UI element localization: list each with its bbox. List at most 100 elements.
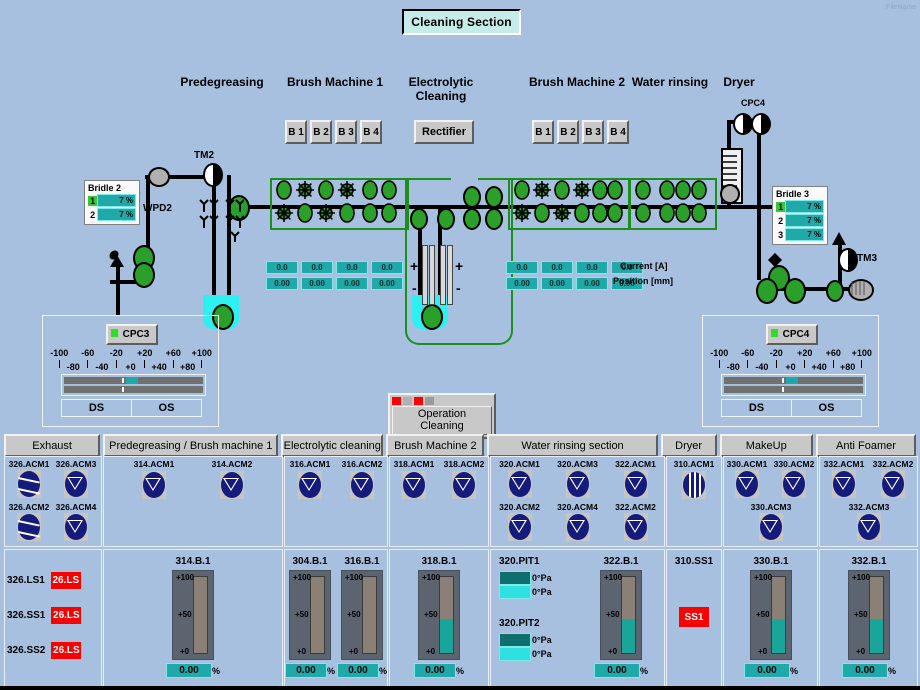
motor-332-acm3-icon[interactable] (857, 513, 881, 541)
motor-316-acm1-icon[interactable] (298, 471, 322, 499)
motor-320-acm4[interactable]: 320.ACM4 (549, 502, 606, 541)
motor-332-acm1[interactable]: 332.ACM1 (820, 459, 868, 498)
brush2-button-b1[interactable]: B 1 (532, 120, 554, 144)
bridle-2-panel[interactable]: Bridle 2 1 7 % 2 7 % (84, 180, 140, 225)
gauge-322-b1[interactable]: 322.B.1 +100 +50 +0 0.00 % (586, 556, 656, 678)
bridle-2-index-2[interactable]: 2 (88, 210, 97, 220)
motor-318-acm2[interactable]: 318.ACM2 (440, 459, 488, 499)
motor-330-acm3[interactable]: 330.ACM3 (748, 502, 794, 541)
gauge-330-b1-body[interactable]: +100 +50 +0 (750, 570, 792, 660)
motor-326-acm4[interactable]: 326.ACM4 (53, 502, 99, 541)
header-water-rinsing-section[interactable]: Water rinsing section (487, 434, 657, 457)
motor-316-acm2-icon[interactable] (350, 471, 374, 499)
bridle-3-row-3[interactable]: 3 7 % (776, 228, 824, 241)
motor-320-acm1[interactable]: 320.ACM1 (491, 459, 548, 498)
gauge-304-b1[interactable]: 304.B.1 +100 +50 +0 0.00 % (285, 556, 335, 678)
header-exhaust[interactable]: Exhaust (4, 434, 100, 457)
gauge-318-b1[interactable]: 318.B.1 +100 +50 +0 0.00 % (404, 556, 474, 678)
motor-320-acm2[interactable]: 320.ACM2 (491, 502, 548, 541)
gauge-304-b1-body[interactable]: +100 +50 +0 (289, 570, 331, 660)
bridle-2-row-2[interactable]: 2 7 % (88, 208, 136, 221)
motor-330-acm2[interactable]: 330.ACM2 (771, 459, 817, 498)
motor-332-acm2[interactable]: 332.ACM2 (869, 459, 917, 498)
cpc4-bar-top[interactable] (724, 377, 863, 384)
motor-318-acm2-icon[interactable] (452, 471, 476, 499)
motor-326-acm2[interactable]: 326.ACM2 (6, 502, 52, 541)
bridle-3-index-3[interactable]: 3 (776, 230, 785, 240)
brush2-button-b3[interactable]: B 3 (582, 120, 604, 144)
gauge-332-b1-body[interactable]: +100 +50 +0 (848, 570, 890, 660)
bridle-3-row-2[interactable]: 2 7 % (776, 214, 824, 227)
gauge-322-b1-body[interactable]: +100 +50 +0 (600, 570, 642, 660)
motor-330-acm1[interactable]: 330.ACM1 (724, 459, 770, 498)
motor-310-acm1-icon[interactable] (682, 471, 706, 499)
motor-322-acm2[interactable]: 322.ACM2 (607, 502, 664, 541)
header-dryer[interactable]: Dryer (661, 434, 717, 457)
cpc3-bar-bottom[interactable] (64, 386, 203, 393)
bridle-3-panel[interactable]: Bridle 3 1 7 % 2 7 % 3 7 % (772, 186, 828, 245)
motor-318-acm1-icon[interactable] (402, 471, 426, 499)
motor-332-acm1-icon[interactable] (832, 470, 856, 498)
gauge-316-b1-body[interactable]: +100 +50 +0 (341, 570, 383, 660)
header-electrolytic-cleaning[interactable]: Electrolytic cleaning (281, 434, 383, 457)
motor-330-acm1-icon[interactable] (735, 470, 759, 498)
brush2-button-b2[interactable]: B 2 (557, 120, 579, 144)
motor-320-acm4-icon[interactable] (566, 513, 590, 541)
alarm-326-ss2[interactable]: 326.SS2 26.LS (7, 642, 81, 659)
header-brush-machine-2[interactable]: Brush Machine 2 (386, 434, 484, 457)
cpc3-button[interactable]: CPC3 (106, 324, 158, 345)
header-makeup[interactable]: MakeUp (720, 434, 813, 457)
pressure-320-pit1[interactable]: 320.PIT1 0°Pa 0°Pa (499, 556, 552, 599)
motor-322-acm1[interactable]: 322.ACM1 (607, 459, 664, 498)
cpc4-bar-bottom[interactable] (724, 386, 863, 393)
alarm-326-ss1[interactable]: 326.SS1 26.LS (7, 607, 81, 624)
motor-326-acm3-icon[interactable] (64, 470, 88, 498)
motor-332-acm3[interactable]: 332.ACM3 (845, 502, 893, 541)
gauge-330-b1[interactable]: 330.B.1 +100 +50 +0 0.00 % (736, 556, 806, 678)
motor-318-acm1[interactable]: 318.ACM1 (390, 459, 438, 499)
motor-326-acm2-icon[interactable] (17, 513, 41, 541)
bridle-3-index-1[interactable]: 1 (776, 202, 785, 212)
motor-314-acm2-icon[interactable] (220, 471, 244, 499)
brush2-button-b4[interactable]: B 4 (607, 120, 629, 144)
motor-320-acm2-icon[interactable] (508, 513, 532, 541)
header-anti-foamer[interactable]: Anti Foamer (816, 434, 916, 457)
bridle-2-row-1[interactable]: 1 7 % (88, 194, 136, 207)
motor-330-acm3-icon[interactable] (759, 513, 783, 541)
motor-320-acm3-icon[interactable] (566, 470, 590, 498)
brush1-button-b4[interactable]: B 4 (360, 120, 382, 144)
bridle-3-index-2[interactable]: 2 (776, 216, 785, 226)
motor-322-acm2-icon[interactable] (624, 513, 648, 541)
motor-330-acm2-icon[interactable] (782, 470, 806, 498)
operation-cleaning-button[interactable]: Operation Cleaning (388, 393, 496, 439)
motor-314-acm1-icon[interactable] (142, 471, 166, 499)
motor-332-acm2-icon[interactable] (881, 470, 905, 498)
cpc4-bars[interactable] (721, 374, 866, 396)
motor-320-acm1-icon[interactable] (508, 470, 532, 498)
brush1-button-b1[interactable]: B 1 (285, 120, 307, 144)
motor-316-acm2[interactable]: 316.ACM2 (337, 459, 387, 499)
motor-322-acm1-icon[interactable] (624, 470, 648, 498)
alarm-326-ls1[interactable]: 326.LS1 26.LS (7, 572, 81, 589)
gauge-318-b1-body[interactable]: +100 +50 +0 (418, 570, 460, 660)
motor-326-acm4-icon[interactable] (64, 513, 88, 541)
motor-314-acm2[interactable]: 314.ACM2 (202, 459, 262, 499)
motor-326-acm3[interactable]: 326.ACM3 (53, 459, 99, 498)
gauge-316-b1[interactable]: 316.B.1 +100 +50 +0 0.00 % (337, 556, 387, 678)
motor-320-acm3[interactable]: 320.ACM3 (549, 459, 606, 498)
brush1-button-b2[interactable]: B 2 (310, 120, 332, 144)
motor-310-acm1[interactable]: 310.ACM1 (667, 459, 721, 499)
bridle-3-row-1[interactable]: 1 7 % (776, 200, 824, 213)
bridle-2-index-1[interactable]: 1 (88, 196, 97, 206)
motor-326-acm1-icon[interactable] (17, 470, 41, 498)
cpc3-bar-top[interactable] (64, 377, 203, 384)
pressure-320-pit2[interactable]: 320.PIT2 0°Pa 0°Pa (499, 618, 552, 661)
motor-326-acm1[interactable]: 326.ACM1 (6, 459, 52, 498)
motor-316-acm1[interactable]: 316.ACM1 (285, 459, 335, 499)
cpc4-button[interactable]: CPC4 (766, 324, 818, 345)
gauge-332-b1[interactable]: 332.B.1 +100 +50 +0 0.00 % (834, 556, 904, 678)
brush1-button-b3[interactable]: B 3 (335, 120, 357, 144)
cpc3-bars[interactable] (61, 374, 206, 396)
gauge-314-b1[interactable]: 314.B.1 +100 +50 +0 0.00 % (153, 556, 233, 678)
motor-314-acm1[interactable]: 314.ACM1 (124, 459, 184, 499)
